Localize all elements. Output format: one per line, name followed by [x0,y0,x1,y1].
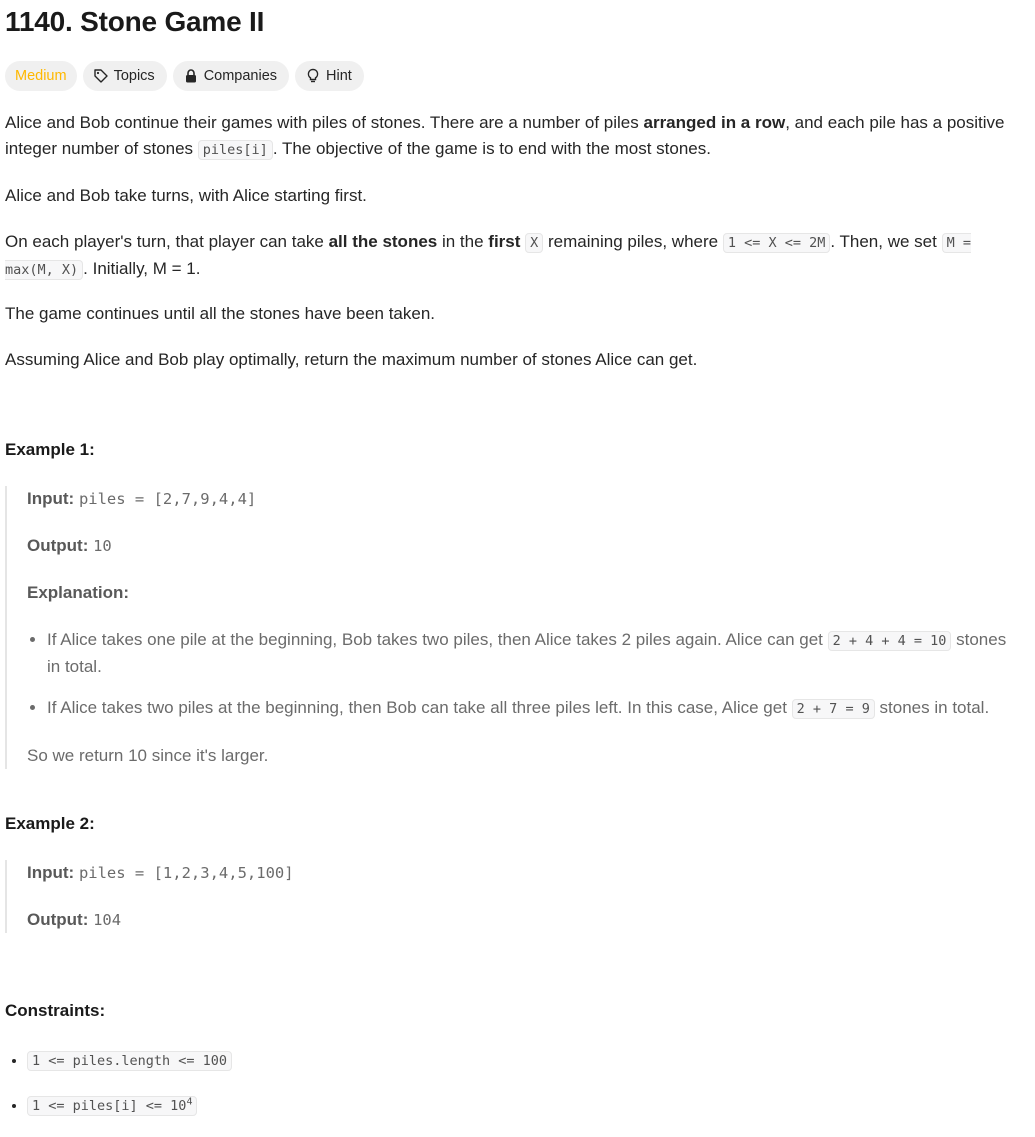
tag-bar: Medium Topics Companies Hint [5,61,1030,91]
explanation-label: Explanation: [27,583,130,602]
inline-code: 2 + 4 + 4 = 10 [827,631,952,651]
description-paragraph-3: On each player's turn, that player can t… [5,229,1027,283]
text: If Alice takes two piles at the beginnin… [47,698,792,717]
constraints-heading: Constraints: [5,1001,106,1020]
list-item: 1 <= piles[i] <= 104 [27,1089,232,1119]
example-1-block: Input: piles = [2,7,9,4,4] Output: 10 Ex… [5,486,1012,769]
description-paragraph-5: Assuming Alice and Bob play optimally, r… [5,350,698,369]
inline-code: 1 <= piles.length <= 100 [27,1051,233,1071]
text: . Then, we set [830,232,942,251]
text: stones in total. [874,698,990,717]
example-2-input: Input: piles = [1,2,3,4,5,100] [27,860,1012,886]
hint-label: Hint [326,68,352,84]
companies-label: Companies [203,68,278,84]
text: in the [437,232,489,251]
example-1-output: Output: 10 [27,533,1012,559]
difficulty-badge: Medium [5,61,77,91]
text: On each player's turn, that player can t… [5,232,329,251]
companies-button[interactable]: Companies [172,61,290,91]
output-label: Output: [27,536,89,555]
example-2-block: Input: piles = [1,2,3,4,5,100] Output: 1… [5,860,1012,933]
text: . Initially, M = 1. [83,259,201,278]
inline-code: X [525,233,544,253]
superscript: 4 [186,1096,193,1107]
example-1-input: Input: piles = [2,7,9,4,4] [27,486,1012,512]
list-item: 1 <= piles.length <= 100 [27,1048,233,1074]
hint-button[interactable]: Hint [295,61,364,91]
text: If Alice takes one pile at the beginning… [47,630,828,649]
description-paragraph-4: The game continues until all the stones … [5,304,436,323]
output-value: 10 [93,537,112,555]
topics-button[interactable]: Topics [82,61,167,91]
text: . The objective of the game is to end wi… [272,139,711,158]
output-label: Output: [27,910,89,929]
text: Alice and Bob continue their games with … [5,113,644,132]
bold-text: all the stones [328,232,438,251]
description-paragraph-2: Alice and Bob take turns, with Alice sta… [5,186,367,205]
topics-label: Topics [113,68,155,84]
input-value: piles = [2,7,9,4,4] [78,490,257,508]
input-label: Input: [27,489,75,508]
bold-text: first [488,232,521,251]
problem-title: 1140. Stone Game II [5,6,265,37]
output-value: 104 [93,911,122,929]
example-1-heading: Example 1: [5,440,95,459]
code-text: 1 <= piles[i] <= 10 [32,1097,187,1114]
example-1-conclusion: So we return 10 since it's larger. [27,746,269,765]
input-label: Input: [27,863,75,882]
list-item: If Alice takes one pile at the beginning… [47,627,1012,680]
inline-code: 2 + 7 = 9 [791,699,875,719]
list-item: If Alice takes two piles at the beginnin… [47,695,1012,722]
inline-code: 1 <= X <= 2M [722,233,831,253]
bold-text: arranged in a row [643,113,786,132]
constraints-list: 1 <= piles.length <= 100 1 <= piles[i] <… [5,1048,233,1119]
description-paragraph-1: Alice and Bob continue their games with … [5,110,1027,163]
input-value: piles = [1,2,3,4,5,100] [78,864,294,882]
text: remaining piles, where [543,232,723,251]
explanation-list: If Alice takes one pile at the beginning… [27,627,1012,722]
tag-icon [93,69,108,83]
lightbulb-icon [307,68,319,83]
example-2-heading: Example 2: [5,814,95,833]
inline-code: 1 <= piles[i] <= 104 [27,1095,198,1116]
example-2-output: Output: 104 [27,907,1012,933]
inline-code: piles[i] [197,140,273,160]
lock-icon [185,69,196,83]
